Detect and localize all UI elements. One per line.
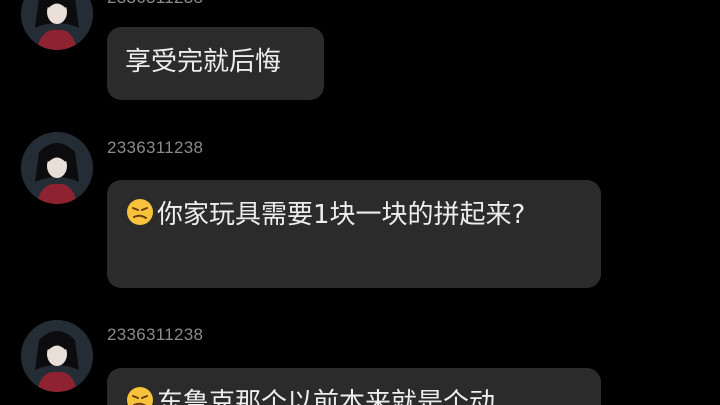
message-text: 你家玩具需要1块一块的拼起来? bbox=[157, 200, 526, 230]
avatar[interactable] bbox=[21, 132, 93, 204]
message-bubble[interactable]: 享受完就后悔 bbox=[107, 27, 324, 100]
username[interactable]: 2336311238 bbox=[107, 138, 203, 158]
avatar[interactable] bbox=[21, 320, 93, 392]
avatar-image bbox=[21, 320, 93, 392]
username[interactable]: 2336311238 bbox=[107, 325, 203, 345]
message-bubble[interactable]: 你家玩具需要1块一块的拼起来? bbox=[107, 180, 601, 288]
message-bubble[interactable]: 东鲁克那个以前本来就是个动 bbox=[107, 368, 601, 405]
avatar-image bbox=[21, 132, 93, 204]
smirk-face-emoji-icon bbox=[125, 197, 155, 227]
message-text: 东鲁克那个以前本来就是个动 bbox=[157, 388, 496, 405]
username[interactable]: 2336311238 bbox=[107, 0, 203, 8]
smirk-face-emoji-icon bbox=[125, 385, 155, 405]
avatar-image bbox=[21, 0, 93, 50]
message-text: 享受完就后悔 bbox=[125, 47, 282, 77]
avatar[interactable] bbox=[21, 0, 93, 50]
